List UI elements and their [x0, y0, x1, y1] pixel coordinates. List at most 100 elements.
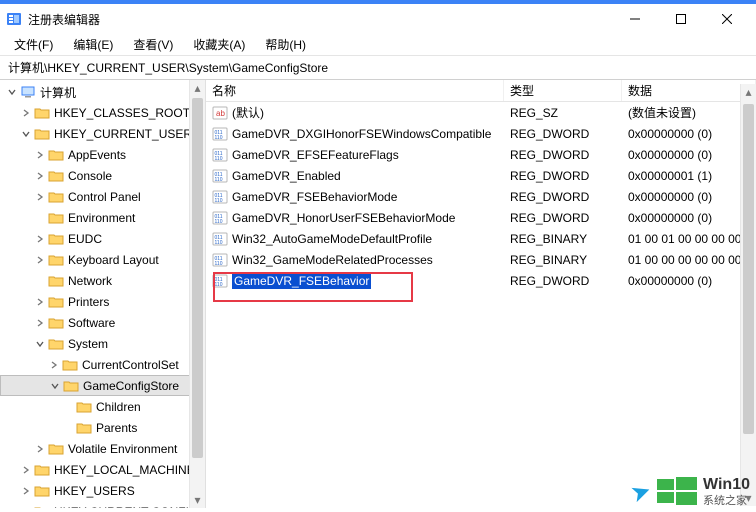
tree-item-gameconfigstore[interactable]: GameConfigStore [0, 375, 205, 396]
address-bar[interactable]: 计算机\HKEY_CURRENT_USER\System\GameConfigS… [0, 56, 756, 80]
tree-item-system[interactable]: System [0, 333, 205, 354]
folder-icon [48, 336, 64, 352]
tree-item-controlpanel[interactable]: Control Panel [0, 186, 205, 207]
value-row[interactable]: 011110Win32_GameModeRelatedProcessesREG_… [206, 249, 756, 270]
scroll-thumb[interactable] [743, 104, 754, 434]
tree-label: EUDC [68, 232, 102, 246]
arrow-icon: ➤ [627, 475, 656, 509]
menubar: 文件(F) 编辑(E) 查看(V) 收藏夹(A) 帮助(H) [0, 34, 756, 56]
menu-favorites[interactable]: 收藏夹(A) [183, 34, 255, 55]
chevron-right-icon[interactable] [48, 359, 60, 371]
value-row[interactable]: 011110Win32_AutoGameModeDefaultProfileRE… [206, 228, 756, 249]
svg-text:110: 110 [215, 240, 223, 246]
tree-item-hkcr[interactable]: HKEY_CLASSES_ROOT [0, 102, 205, 123]
tree-item-environment[interactable]: Environment [0, 207, 205, 228]
tree-item-hkcu[interactable]: HKEY_CURRENT_USER [0, 123, 205, 144]
chevron-right-icon[interactable] [34, 296, 46, 308]
list-scrollbar[interactable]: ▴ ▾ [740, 84, 756, 506]
list-pane[interactable]: 名称 类型 数据 ab(默认)REG_SZ(数值未设置)011110GameDV… [206, 80, 756, 508]
window-title: 注册表编辑器 [28, 11, 612, 28]
tree-item-software[interactable]: Software [0, 312, 205, 333]
menu-file[interactable]: 文件(F) [4, 34, 63, 55]
tree-item-hku[interactable]: HKEY_USERS [0, 480, 205, 501]
chevron-right-icon[interactable] [34, 443, 46, 455]
list-body: ab(默认)REG_SZ(数值未设置)011110GameDVR_DXGIHon… [206, 102, 756, 291]
close-button[interactable] [704, 4, 750, 34]
folder-icon [34, 483, 50, 499]
tree-root[interactable]: 计算机 [0, 82, 205, 102]
tree-scrollbar[interactable]: ▴ ▾ [189, 80, 205, 508]
chevron-down-icon[interactable] [20, 128, 32, 140]
scroll-up-icon[interactable]: ▴ [741, 84, 756, 100]
tree-item-hklm[interactable]: HKEY_LOCAL_MACHINE [0, 459, 205, 480]
value-type: REG_BINARY [504, 232, 622, 246]
folder-icon [62, 357, 78, 373]
tree-label: System [68, 337, 108, 351]
tree-item-volatileenv[interactable]: Volatile Environment [0, 438, 205, 459]
chevron-right-icon[interactable] [20, 107, 32, 119]
chevron-right-icon[interactable] [34, 317, 46, 329]
tree-item-hkcc[interactable]: HKEY CURRENT CONFIG [0, 501, 205, 508]
column-name[interactable]: 名称 [206, 80, 504, 101]
chevron-right-icon[interactable] [34, 254, 46, 266]
regedit-icon [6, 11, 22, 27]
column-data[interactable]: 数据 [622, 80, 756, 101]
tree-item-appevents[interactable]: AppEvents [0, 144, 205, 165]
chevron-right-icon[interactable] [34, 170, 46, 182]
value-data: 01 00 01 00 00 00 00 [622, 232, 756, 246]
tree-label: HKEY_LOCAL_MACHINE [54, 463, 195, 477]
value-type: REG_DWORD [504, 274, 622, 288]
titlebar[interactable]: 注册表编辑器 [0, 4, 756, 34]
value-data: 0x00000000 (0) [622, 148, 756, 162]
chevron-down-icon[interactable] [34, 338, 46, 350]
binary-value-icon: 011110 [212, 273, 228, 289]
chevron-right-icon[interactable] [34, 233, 46, 245]
tree-item-currentcontrolset[interactable]: CurrentControlSet [0, 354, 205, 375]
column-type[interactable]: 类型 [504, 80, 622, 101]
tree-item-keyboardlayout[interactable]: Keyboard Layout [0, 249, 205, 270]
value-type: REG_DWORD [504, 190, 622, 204]
binary-value-icon: 011110 [212, 210, 228, 226]
tree-item-eudc[interactable]: EUDC [0, 228, 205, 249]
tree-label-root: 计算机 [40, 84, 76, 101]
tree-label: HKEY CURRENT CONFIG [54, 505, 198, 509]
value-row[interactable]: 011110GameDVR_FSEBehaviorREG_DWORD0x0000… [206, 270, 756, 291]
value-row[interactable]: 011110GameDVR_DXGIHonorFSEWindowsCompati… [206, 123, 756, 144]
tree-label: Parents [96, 421, 137, 435]
value-row[interactable]: 011110GameDVR_EnabledREG_DWORD0x00000001… [206, 165, 756, 186]
value-row[interactable]: 011110GameDVR_EFSEFeatureFlagsREG_DWORD0… [206, 144, 756, 165]
value-data: 0x00000000 (0) [622, 211, 756, 225]
value-type: REG_SZ [504, 106, 622, 120]
tree-label: Printers [68, 295, 109, 309]
tree-item-console[interactable]: Console [0, 165, 205, 186]
scroll-down-icon[interactable]: ▾ [190, 492, 205, 508]
svg-text:110: 110 [215, 135, 223, 141]
value-row[interactable]: 011110GameDVR_HonorUserFSEBehaviorModeRE… [206, 207, 756, 228]
minimize-button[interactable] [612, 4, 658, 34]
folder-icon [76, 420, 92, 436]
tree-item-children[interactable]: Children [0, 396, 205, 417]
scroll-thumb[interactable] [192, 98, 203, 458]
chevron-right-icon[interactable] [34, 149, 46, 161]
tree-item-network[interactable]: Network [0, 270, 205, 291]
chevron-right-icon[interactable] [20, 464, 32, 476]
scroll-up-icon[interactable]: ▴ [190, 80, 205, 96]
tree-label: HKEY_USERS [54, 484, 135, 498]
menu-edit[interactable]: 编辑(E) [63, 34, 123, 55]
chevron-right-icon[interactable] [34, 191, 46, 203]
svg-text:110: 110 [215, 219, 223, 225]
chevron-right-icon[interactable] [20, 506, 32, 509]
menu-help[interactable]: 帮助(H) [255, 34, 316, 55]
folder-icon [34, 126, 50, 142]
maximize-button[interactable] [658, 4, 704, 34]
tree-item-parents[interactable]: Parents [0, 417, 205, 438]
value-row[interactable]: ab(默认)REG_SZ(数值未设置) [206, 102, 756, 123]
value-row[interactable]: 011110GameDVR_FSEBehaviorModeREG_DWORD0x… [206, 186, 756, 207]
chevron-down-icon[interactable] [6, 86, 18, 98]
chevron-down-icon[interactable] [49, 380, 61, 392]
menu-view[interactable]: 查看(V) [123, 34, 183, 55]
tree-pane[interactable]: 计算机 HKEY_CLASSES_ROOT HKEY_CURRENT_USER … [0, 80, 206, 508]
value-name: GameDVR_EFSEFeatureFlags [232, 148, 399, 162]
chevron-right-icon[interactable] [20, 485, 32, 497]
tree-item-printers[interactable]: Printers [0, 291, 205, 312]
